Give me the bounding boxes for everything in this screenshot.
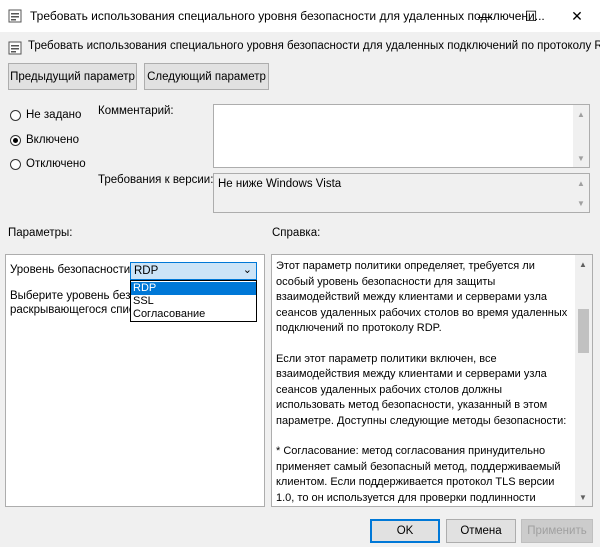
- scroll-up-icon[interactable]: ▲: [573, 107, 589, 121]
- minimize-icon: —: [478, 8, 492, 24]
- close-button[interactable]: ✕: [554, 0, 600, 32]
- help-text: Этот параметр политики определяет, требу…: [276, 259, 574, 503]
- chevron-down-icon: ⌄: [242, 264, 252, 276]
- radio-disabled[interactable]: Отключено: [10, 158, 86, 170]
- version-field: Не ниже Windows Vista ▲ ▼: [213, 173, 590, 213]
- maximize-button[interactable]: ☐: [508, 0, 554, 32]
- policy-settings-icon: [8, 41, 22, 55]
- version-label: Требования к версии:: [98, 174, 214, 186]
- security-level-label: Уровень безопасности: [10, 264, 131, 276]
- policy-header: Требовать использования специального уро…: [8, 40, 600, 56]
- radio-enabled[interactable]: Включено: [10, 134, 79, 146]
- help-scrollbar[interactable]: ▲ ▼: [575, 255, 592, 506]
- radio-circle[interactable]: [10, 134, 21, 146]
- version-value: Не ниже Windows Vista: [218, 178, 342, 190]
- security-level-dropdown[interactable]: RDP SSL Согласование: [130, 280, 257, 322]
- help-paragraph: * Согласование: метод согласования прину…: [276, 445, 561, 503]
- options-title: Параметры:: [8, 227, 73, 239]
- help-paragraph: Этот параметр политики определяет, требу…: [276, 260, 568, 334]
- comment-field[interactable]: ▲ ▼: [213, 104, 590, 168]
- security-description-line1: Выберите уровень безоп: [10, 290, 144, 302]
- version-scrollbar[interactable]: ▲ ▼: [573, 174, 589, 212]
- dropdown-option-ssl[interactable]: SSL: [131, 295, 256, 308]
- security-description-line2: раскрывающегося списк: [10, 304, 140, 316]
- radio-label: Включено: [26, 134, 80, 146]
- comment-label: Комментарий:: [98, 105, 174, 117]
- scroll-down-icon[interactable]: ▼: [573, 151, 589, 165]
- radio-label: Не задано: [26, 109, 82, 121]
- close-icon: ✕: [571, 7, 583, 24]
- scroll-down-icon[interactable]: ▼: [575, 490, 591, 504]
- radio-circle[interactable]: [10, 158, 21, 170]
- title-bar: Требовать использования специального уро…: [0, 0, 600, 32]
- radio-circle[interactable]: [10, 109, 21, 121]
- radio-not-configured[interactable]: Не задано: [10, 109, 81, 121]
- security-level-select[interactable]: RDP ⌄: [130, 262, 257, 280]
- minimize-button[interactable]: —: [462, 0, 508, 32]
- scroll-up-icon[interactable]: ▲: [575, 257, 591, 271]
- policy-settings-icon: [8, 9, 22, 23]
- help-title: Справка:: [272, 227, 321, 239]
- cancel-button[interactable]: Отмена: [446, 519, 516, 543]
- scroll-down-icon[interactable]: ▼: [573, 196, 589, 210]
- previous-setting-button[interactable]: Предыдущий параметр: [8, 63, 137, 90]
- radio-label: Отключено: [26, 158, 86, 170]
- dropdown-option-rdp[interactable]: RDP: [131, 282, 256, 295]
- next-setting-button[interactable]: Следующий параметр: [144, 63, 269, 90]
- ok-button[interactable]: OK: [370, 519, 440, 543]
- dropdown-option-negotiate[interactable]: Согласование: [131, 308, 256, 321]
- scroll-thumb[interactable]: [578, 309, 589, 353]
- scroll-up-icon[interactable]: ▲: [573, 176, 589, 190]
- apply-button[interactable]: Применить: [521, 519, 593, 543]
- maximize-icon: ☐: [524, 7, 538, 24]
- security-level-value: RDP: [134, 265, 159, 277]
- policy-title: Требовать использования специального уро…: [28, 40, 600, 52]
- help-paragraph: Если этот параметр политики включен, все…: [276, 352, 567, 427]
- comment-scrollbar[interactable]: ▲ ▼: [573, 105, 589, 167]
